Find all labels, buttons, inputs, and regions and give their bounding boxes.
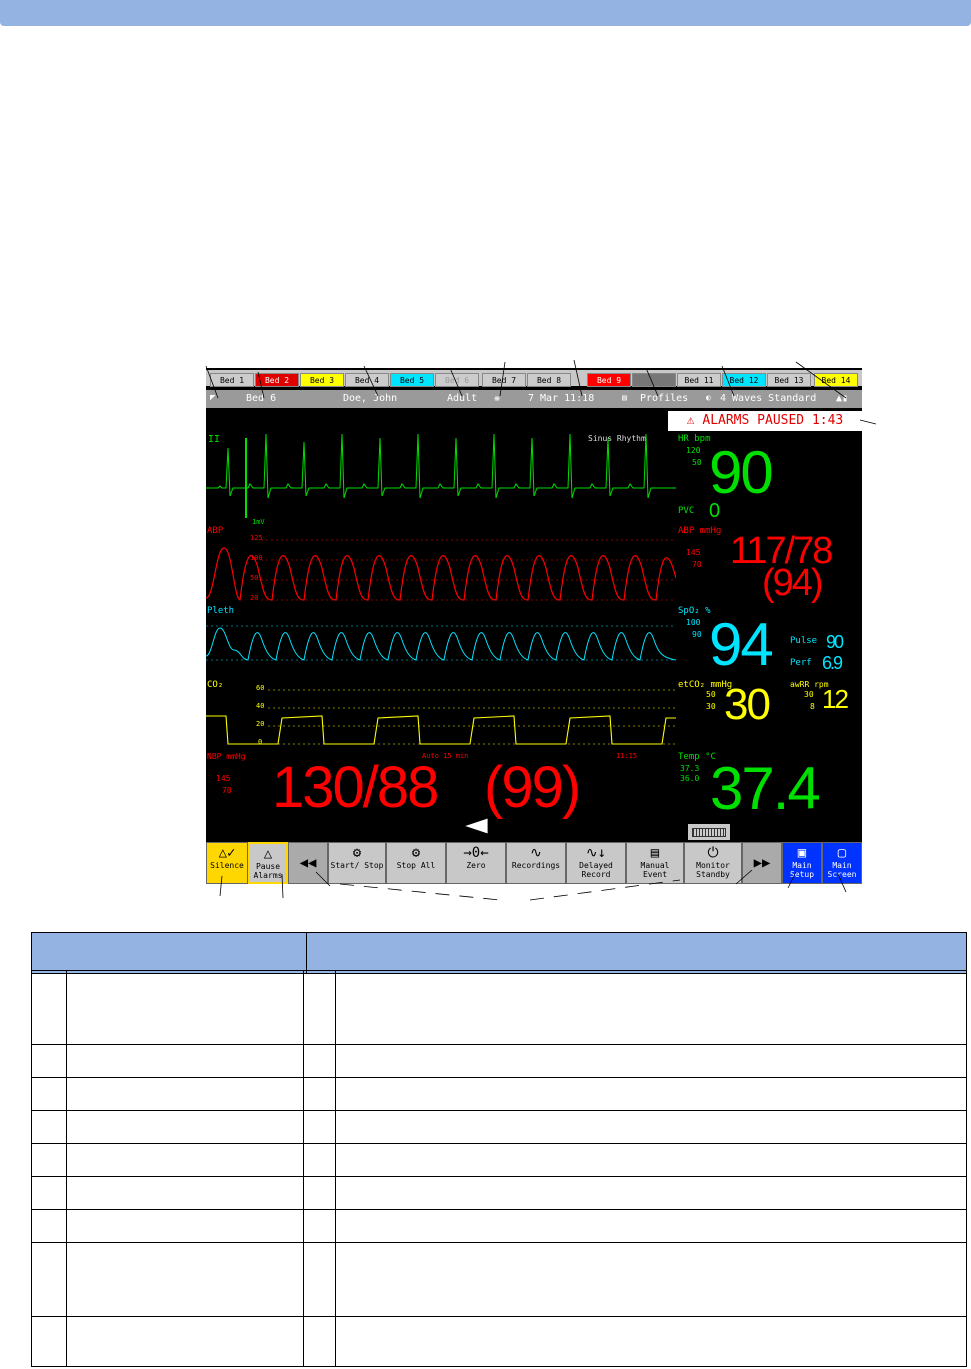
legend-row xyxy=(31,1316,967,1367)
legend-row xyxy=(31,1242,967,1317)
legend-header-right xyxy=(306,932,967,974)
legend-row xyxy=(31,1176,967,1210)
legend-row xyxy=(31,1077,967,1111)
legend-row xyxy=(31,1209,967,1243)
legend-row xyxy=(31,1143,967,1177)
callout-lines xyxy=(205,359,877,901)
legend-row xyxy=(31,1110,967,1144)
legend-header-left xyxy=(31,932,307,974)
legend-table xyxy=(31,932,967,974)
legend-row xyxy=(31,1044,967,1078)
legend-rows xyxy=(31,970,967,1367)
legend-row xyxy=(31,970,967,1045)
